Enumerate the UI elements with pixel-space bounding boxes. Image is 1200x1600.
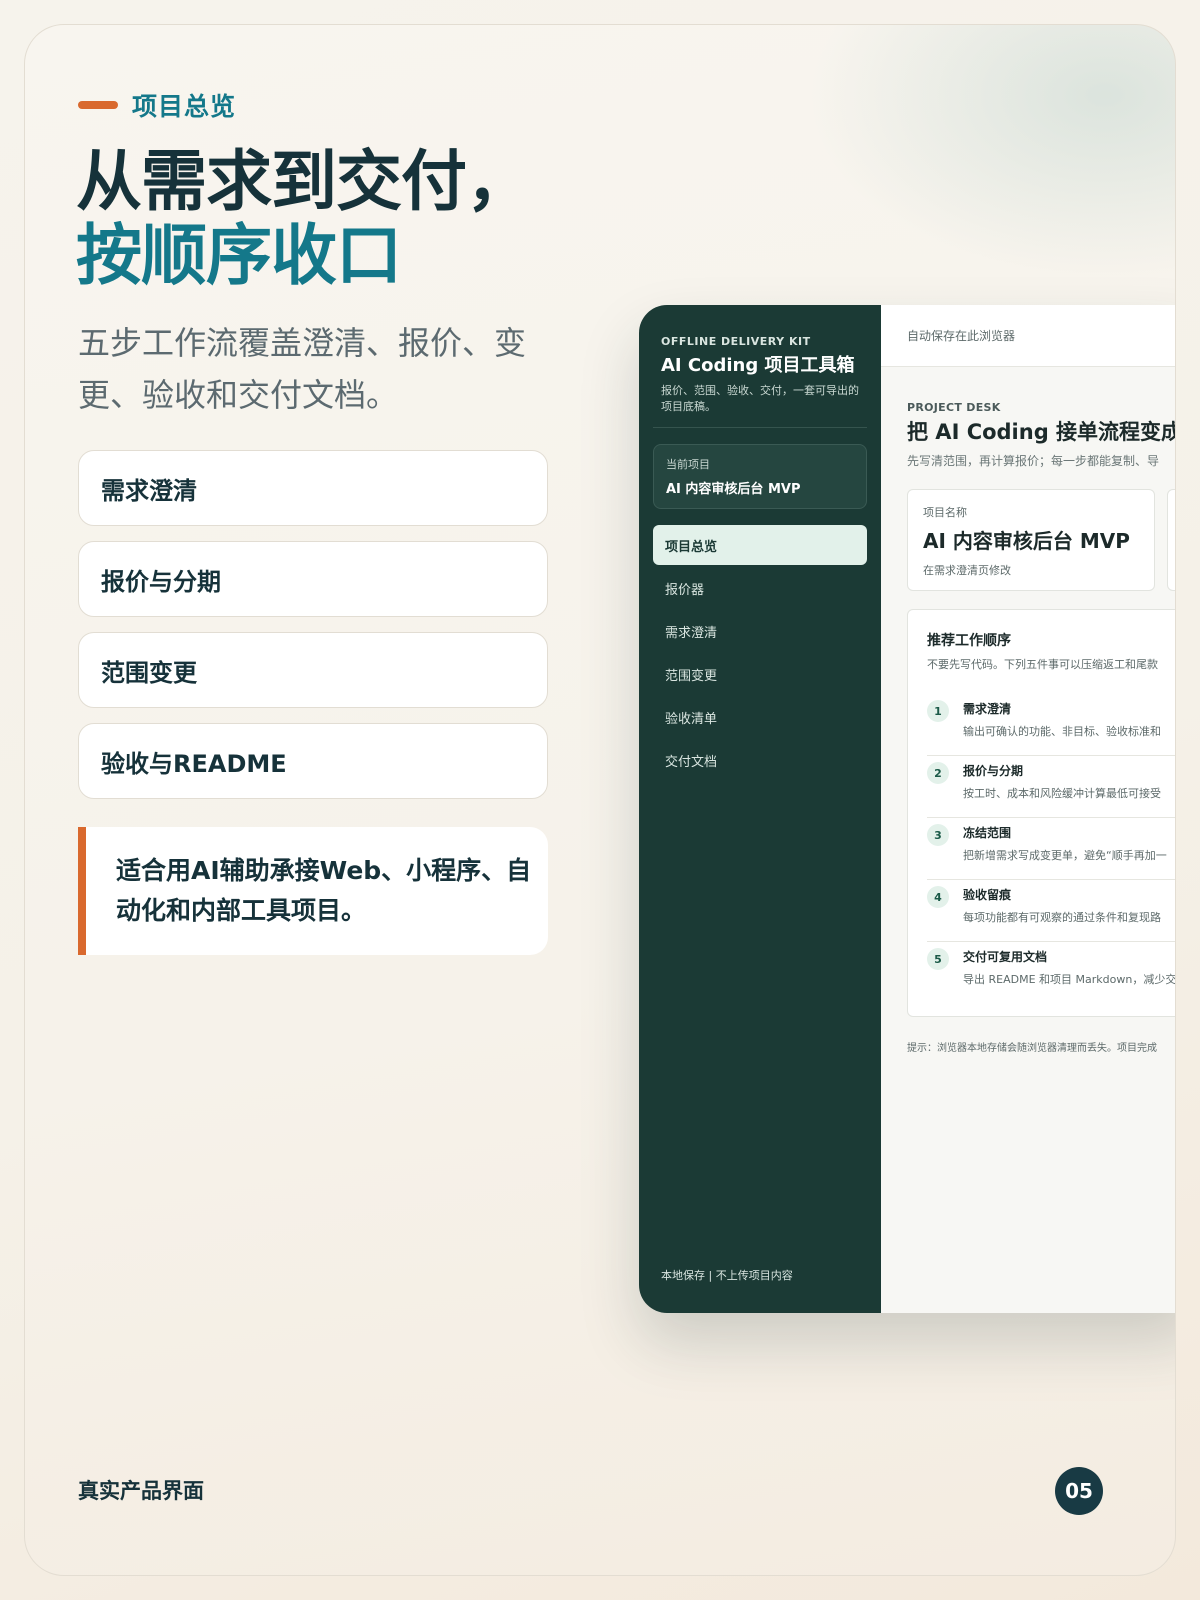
- stat-card: [1167, 489, 1175, 591]
- step-card: 报价与分期: [78, 541, 548, 617]
- accent-bar: [78, 101, 118, 109]
- project-name-note: 在需求澄清页修改: [923, 564, 1011, 577]
- workflow-item: 5 交付可复用文档 导出 README 和项目 Markdown，减少交: [927, 942, 1176, 1004]
- sidebar-kit-label: OFFLINE DELIVERY KIT: [661, 335, 811, 348]
- step-number-badge: 4: [927, 886, 949, 908]
- sidebar-item-quote[interactable]: 报价器: [653, 568, 867, 608]
- sidebar-nav: 项目总览 报价器 需求澄清 范围变更 验收清单 交付文档: [653, 525, 867, 780]
- sidebar-item-overview[interactable]: 项目总览: [653, 525, 867, 565]
- workflow-subtitle: 不要先写代码。下列五件事可以压缩返工和尾款: [927, 658, 1158, 671]
- project-desk-heading: 把 AI Coding 接单流程变成可: [907, 420, 1176, 444]
- workflow-item-desc: 输出可确认的功能、非目标、验收标准和: [963, 725, 1161, 738]
- slide-subtitle: 五步工作流覆盖澄清、报价、变更、验收和交付文档。: [78, 324, 527, 414]
- eyebrow-label: 项目总览: [132, 92, 237, 121]
- workflow-item-desc: 把新增需求写成变更单，避免“顺手再加一: [963, 849, 1167, 862]
- title-line-2: 按顺序收口: [76, 217, 402, 294]
- workflow-item: 2 报价与分期 按工时、成本和风险缓冲计算最低可接受: [927, 756, 1175, 818]
- sidebar-divider: [653, 427, 867, 428]
- step-list: 需求澄清 报价与分期 范围变更 验收与README: [78, 450, 548, 814]
- sidebar-item-acceptance[interactable]: 验收清单: [653, 697, 867, 737]
- current-project-value: AI 内容审核后台 MVP: [666, 482, 801, 497]
- workflow-item: 4 验收留痕 每项功能都有可观察的通过条件和复现路: [927, 880, 1175, 942]
- current-project-box[interactable]: 当前项目 AI 内容审核后台 MVP: [653, 444, 867, 509]
- workflow-item: 3 冻结范围 把新增需求写成变更单，避免“顺手再加一: [927, 818, 1175, 880]
- storage-tip: 提示：浏览器本地存储会随浏览器清理而丢失。项目完成: [907, 1043, 1157, 1054]
- workflow-item: 1 需求澄清 输出可确认的功能、非目标、验收标准和: [927, 694, 1175, 756]
- project-desk-subheading: 先写清范围，再计算报价；每一步都能复制、导: [907, 454, 1160, 468]
- section-eyebrow: 项目总览: [78, 87, 236, 123]
- autosave-status: 自动保存在此浏览器: [907, 329, 1016, 343]
- sidebar-item-delivery-docs[interactable]: 交付文档: [653, 740, 867, 780]
- workflow-item-title: 报价与分期: [963, 764, 1024, 778]
- step-number-badge: 1: [927, 700, 949, 722]
- slide-card: 项目总览 从需求到交付， 按顺序收口 五步工作流覆盖澄清、报价、变更、验收和交付…: [24, 24, 1176, 1576]
- step-card: 需求澄清: [78, 450, 548, 526]
- callout-box: 适合用AI辅助承接Web、小程序、自动化和内部工具项目。: [78, 827, 548, 955]
- sidebar-item-requirements[interactable]: 需求澄清: [653, 611, 867, 651]
- project-desk-eyebrow: PROJECT DESK: [907, 401, 1001, 414]
- workflow-title: 推荐工作顺序: [927, 633, 1011, 649]
- workflow-item-title: 验收留痕: [963, 888, 1012, 902]
- workflow-card: 推荐工作顺序 不要先写代码。下列五件事可以压缩返工和尾款 1 需求澄清 输出可确…: [907, 609, 1176, 1017]
- workflow-item-desc: 按工时、成本和风险缓冲计算最低可接受: [963, 787, 1161, 800]
- title-line-1: 从需求到交付，: [76, 143, 532, 220]
- workflow-item-title: 交付可复用文档: [963, 950, 1048, 964]
- project-name-label: 项目名称: [923, 506, 967, 519]
- step-number-badge: 2: [927, 762, 949, 784]
- slide-title: 从需求到交付， 按顺序收口: [76, 143, 532, 294]
- workflow-list: 1 需求澄清 输出可确认的功能、非目标、验收标准和 2 报价与分期 按工时、成本…: [927, 694, 1176, 1004]
- app-screenshot: OFFLINE DELIVERY KIT AI Coding 项目工具箱 报价、…: [639, 305, 1176, 1313]
- slide-footer: 真实产品界面: [78, 1479, 204, 1503]
- workflow-item-desc: 每项功能都有可观察的通过条件和复现路: [963, 911, 1161, 924]
- sidebar-footer: 本地保存 | 不上传项目内容: [661, 1269, 793, 1282]
- workflow-item-title: 冻结范围: [963, 826, 1012, 840]
- sidebar-item-scope-change[interactable]: 范围变更: [653, 654, 867, 694]
- app-sidebar: OFFLINE DELIVERY KIT AI Coding 项目工具箱 报价、…: [639, 305, 881, 1313]
- current-project-label: 当前项目: [666, 458, 710, 471]
- sidebar-description: 报价、范围、验收、交付，一套可导出的项目底稿。: [661, 384, 859, 413]
- step-card: 范围变更: [78, 632, 548, 708]
- topbar: 自动保存在此浏览器: [881, 305, 1175, 367]
- step-number-badge: 3: [927, 824, 949, 846]
- step-number-badge: 5: [927, 948, 949, 970]
- sidebar-app-title: AI Coding 项目工具箱: [661, 355, 855, 376]
- project-desk-header: PROJECT DESK 把 AI Coding 接单流程变成可 先写清范围，再…: [907, 401, 1176, 469]
- workflow-item-title: 需求澄清: [963, 702, 1012, 716]
- page-number-badge: 05: [1055, 1467, 1103, 1515]
- step-card: 验收与README: [78, 723, 548, 799]
- project-name-card: 项目名称 AI 内容审核后台 MVP 在需求澄清页修改: [907, 489, 1155, 591]
- app-main: 自动保存在此浏览器 PROJECT DESK 把 AI Coding 接单流程变…: [881, 305, 1176, 1313]
- workflow-item-desc: 导出 README 和项目 Markdown，减少交: [963, 973, 1176, 986]
- project-name-value: AI 内容审核后台 MVP: [923, 529, 1130, 553]
